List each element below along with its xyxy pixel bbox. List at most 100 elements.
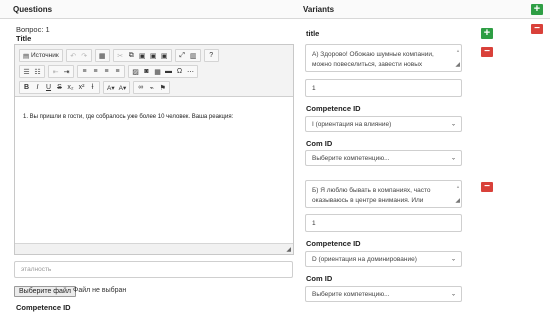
competence-id-label: Competence ID	[16, 303, 71, 312]
special-char-button[interactable]: Ω	[174, 66, 185, 77]
undo-button[interactable]: ↶	[68, 50, 79, 61]
redo-button[interactable]: ↷	[79, 50, 90, 61]
unlink-icon: ⌁	[149, 84, 154, 92]
choose-file-button[interactable]: Выберите файл	[14, 286, 76, 297]
remove-format-button[interactable]: Ɨ	[87, 82, 98, 93]
variant-score-input[interactable]: 1	[305, 214, 462, 232]
image-icon: ▨	[132, 68, 139, 76]
show-blocks-icon: ▥	[189, 52, 197, 60]
indent-icon: ⇥	[63, 68, 70, 76]
template-button[interactable]: ▦	[97, 50, 108, 61]
paste-word-icon: ▣	[160, 52, 168, 60]
add-question-button[interactable]: +	[531, 4, 543, 15]
extra-field-input[interactable]: эталность	[14, 261, 293, 278]
anchor-icon: ⚑	[159, 84, 166, 92]
paste-word-button[interactable]: ▣	[159, 50, 170, 61]
remove-variant-button[interactable]: −	[481, 47, 493, 57]
template-icon: ▦	[98, 52, 106, 60]
link-icon: ∞	[138, 84, 144, 91]
variant-text-area[interactable]: Б) Я люблю бывать в компаниях, часто ока…	[305, 180, 462, 208]
question-number: Вопрос: 1	[16, 25, 50, 34]
superscript-icon: x²	[78, 84, 85, 91]
text-color-button[interactable]: A▾	[105, 82, 117, 93]
question-title-label: Title	[16, 34, 32, 43]
align-center-button[interactable]: ≡	[90, 66, 101, 77]
paste-button[interactable]: ▣	[137, 50, 148, 61]
outdent-button[interactable]: ⇤	[50, 66, 61, 77]
align-right-button[interactable]: ≡	[101, 66, 112, 77]
variants-column-header: Variants	[303, 5, 335, 14]
copy-icon: ⧉	[128, 51, 134, 59]
numbered-list-icon: ☰	[23, 68, 30, 76]
bg-color-button[interactable]: A▾	[117, 82, 129, 93]
competence-id-label: Competence ID	[306, 239, 361, 248]
text-color-icon: A▾	[107, 84, 115, 92]
question-editor-page: Questions Variants + − Вопрос: 1 Title ▤…	[0, 0, 550, 313]
align-left-icon: ≡	[82, 68, 87, 75]
bulleted-list-button[interactable]: ☷	[32, 66, 43, 77]
copy-button[interactable]: ⧉	[126, 50, 137, 61]
bulleted-list-icon: ☷	[34, 68, 41, 76]
editor-status-bar: ◢	[15, 243, 293, 254]
table-button[interactable]: ▦	[152, 66, 163, 77]
rich-text-editor[interactable]: ▤ Источник ↶ ↷ ▦ ✂ ⧉ ▣ ▣ ▣ ⤢ ▥ ? ☰ ☷ ⇤ ⇥…	[14, 44, 294, 255]
image-button[interactable]: ▨	[130, 66, 141, 77]
resize-grip-icon[interactable]: ◢	[286, 246, 291, 253]
minus-icon: −	[484, 181, 490, 192]
variant-score-input[interactable]: 1	[305, 79, 462, 97]
align-justify-button[interactable]: ≡	[112, 66, 123, 77]
bold-button[interactable]: B	[21, 82, 32, 93]
chevron-down-icon: ⌄	[450, 291, 456, 298]
remove-format-icon: Ɨ	[91, 84, 94, 91]
com-select[interactable]: Выберите компетенцию... ⌄	[305, 150, 462, 166]
plus-icon: +	[533, 3, 541, 15]
bold-icon: B	[23, 84, 30, 91]
unlink-button[interactable]: ⌁	[146, 82, 157, 93]
scroll-up-icon[interactable]: ▲	[456, 182, 460, 192]
align-left-button[interactable]: ≡	[79, 66, 90, 77]
variant-text-area[interactable]: А) Здорово! Обожаю шумные компании, можн…	[305, 44, 462, 72]
variant-title-label: title	[306, 29, 320, 38]
italic-button[interactable]: I	[32, 82, 43, 93]
page-break-button[interactable]: ⋯	[185, 66, 196, 77]
anchor-button[interactable]: ⚑	[157, 82, 168, 93]
paste-icon: ▣	[138, 52, 146, 60]
numbered-list-button[interactable]: ☰	[21, 66, 32, 77]
show-blocks-button[interactable]: ▥	[188, 50, 199, 61]
paste-text-icon: ▣	[149, 52, 157, 60]
scroll-up-icon[interactable]: ▲	[456, 46, 460, 56]
competence-select[interactable]: I (ориентация на влияние) ⌄	[305, 116, 462, 132]
com-id-label: Com ID	[306, 274, 333, 283]
com-select[interactable]: Выберите компетенцию... ⌄	[305, 286, 462, 302]
align-center-icon: ≡	[93, 68, 98, 75]
source-icon: ▤	[23, 52, 30, 60]
flash-button[interactable]: ◙	[141, 66, 152, 77]
add-variant-button[interactable]: +	[481, 28, 493, 39]
underline-button[interactable]: U	[43, 82, 54, 93]
indent-button[interactable]: ⇥	[61, 66, 72, 77]
cut-button[interactable]: ✂	[115, 50, 126, 61]
bg-color-icon: A▾	[118, 84, 127, 92]
competence-select[interactable]: D (ориентация на доминирование) ⌄	[305, 251, 462, 267]
help-button[interactable]: ?	[206, 50, 217, 61]
chevron-down-icon: ⌄	[450, 121, 456, 128]
horizontal-line-button[interactable]: ▬	[163, 66, 174, 77]
underline-icon: U	[45, 84, 52, 91]
omega-icon: Ω	[176, 68, 183, 75]
page-break-icon: ⋯	[187, 68, 194, 76]
remove-question-button[interactable]: −	[531, 24, 543, 34]
minus-icon: −	[484, 46, 490, 57]
chevron-down-icon: ⌄	[450, 256, 456, 263]
source-button[interactable]: ▤ Источник	[21, 50, 61, 61]
resize-grip-icon[interactable]: ◢	[455, 196, 460, 206]
superscript-button[interactable]: x²	[76, 82, 87, 93]
resize-grip-icon[interactable]: ◢	[455, 60, 460, 70]
flash-icon: ◙	[144, 68, 149, 75]
maximize-button[interactable]: ⤢	[177, 50, 188, 61]
strike-button[interactable]: S	[54, 82, 65, 93]
subscript-button[interactable]: x₂	[65, 82, 76, 93]
editor-content[interactable]: 1. Вы пришли в гости, где собралось уже …	[15, 98, 293, 244]
paste-text-button[interactable]: ▣	[148, 50, 159, 61]
link-button[interactable]: ∞	[135, 82, 146, 93]
remove-variant-button[interactable]: −	[481, 182, 493, 192]
